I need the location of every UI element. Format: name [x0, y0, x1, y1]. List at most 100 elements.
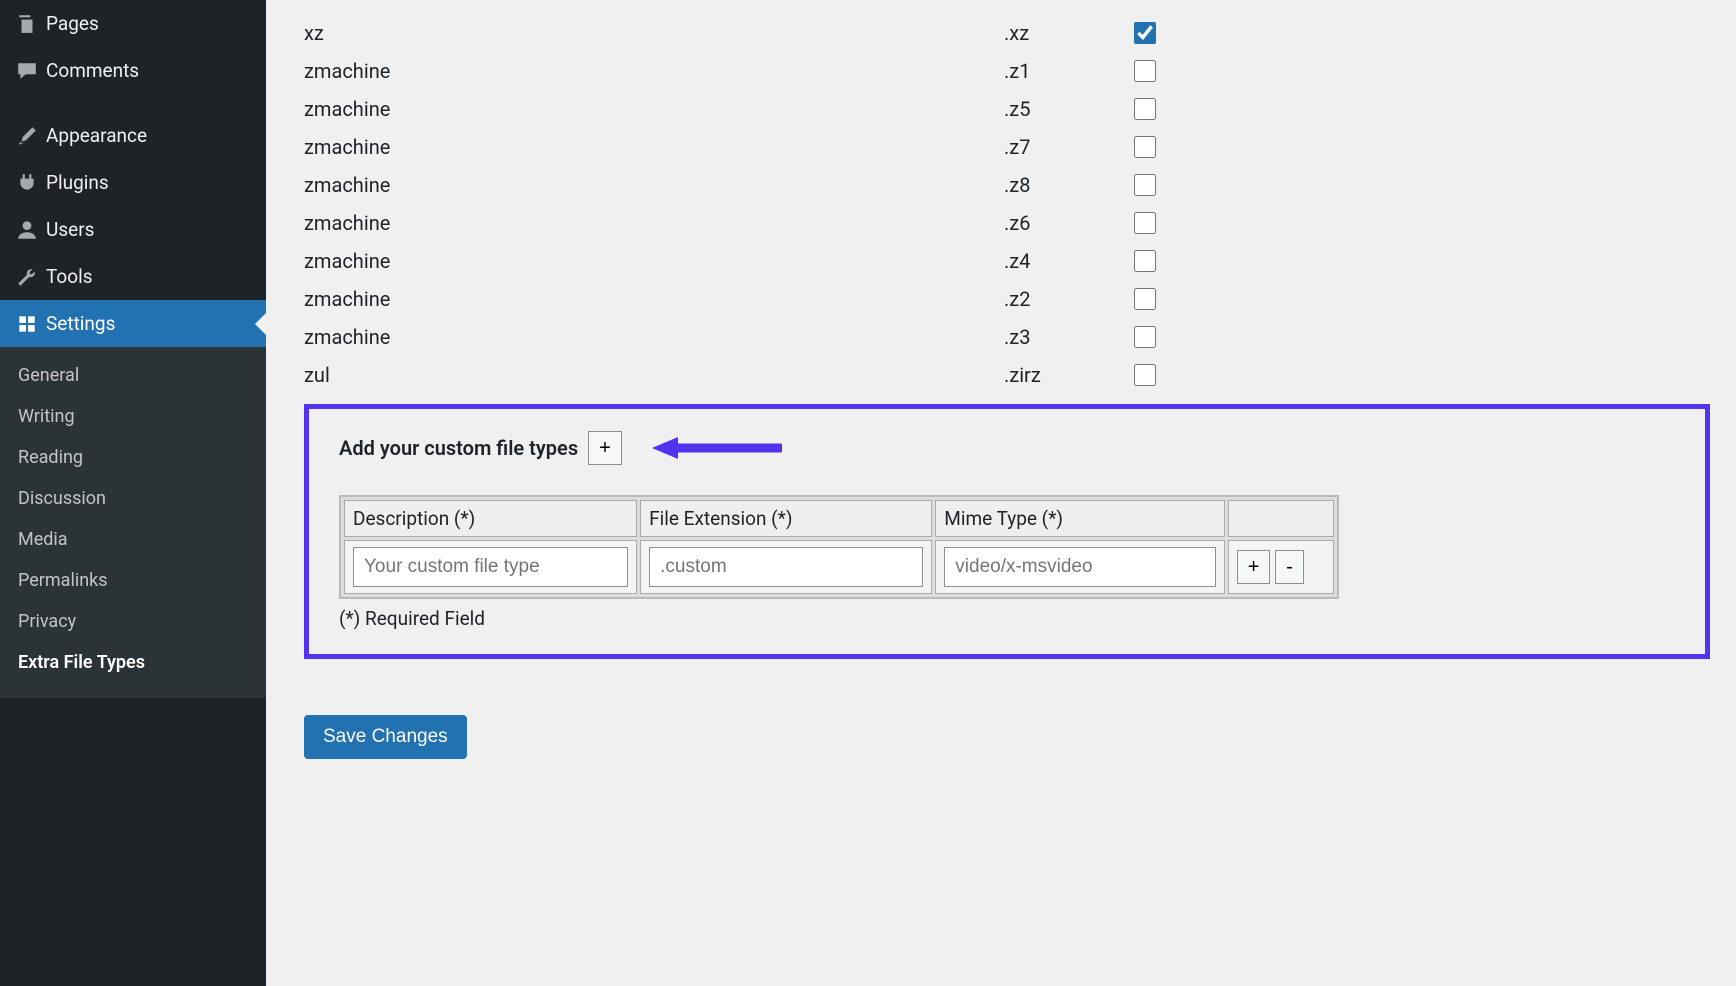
file-type-checkbox[interactable]	[1134, 212, 1156, 234]
file-type-checkbox[interactable]	[1134, 98, 1156, 120]
sidebar-item-appearance[interactable]: Appearance	[0, 112, 266, 159]
submenu-item-discussion[interactable]: Discussion	[0, 478, 266, 519]
submenu-label: General	[18, 365, 79, 386]
file-type-checkbox-cell	[1124, 95, 1164, 123]
file-type-extension: .z2	[1004, 287, 1124, 311]
file-type-checkbox[interactable]	[1134, 288, 1156, 310]
mime-type-input[interactable]	[944, 547, 1215, 587]
table-header-description: Description (*)	[344, 500, 637, 537]
file-type-row: zmachine.z3	[304, 318, 1710, 356]
file-type-name: zmachine	[304, 325, 1004, 349]
submenu-item-extra-file-types[interactable]: Extra File Types	[0, 642, 266, 683]
table-header-mime: Mime Type (*)	[935, 500, 1224, 537]
custom-file-types-section: Add your custom file types + Description…	[304, 404, 1710, 659]
file-type-checkbox-cell	[1124, 361, 1164, 389]
add-custom-type-button[interactable]: +	[588, 431, 622, 465]
submenu-label: Media	[18, 529, 68, 550]
file-type-checkbox[interactable]	[1134, 136, 1156, 158]
file-type-extension: .z3	[1004, 325, 1124, 349]
file-type-extension: .z8	[1004, 173, 1124, 197]
file-type-name: zmachine	[304, 249, 1004, 273]
sidebar-item-label: Appearance	[46, 124, 147, 147]
sidebar-item-tools[interactable]: Tools	[0, 253, 266, 300]
file-type-checkbox-cell	[1124, 247, 1164, 275]
file-type-checkbox[interactable]	[1134, 60, 1156, 82]
submenu-label: Reading	[18, 447, 83, 468]
pages-icon	[16, 13, 46, 35]
file-type-checkbox-cell	[1124, 209, 1164, 237]
submenu-item-general[interactable]: General	[0, 355, 266, 396]
custom-types-table: Description (*) File Extension (*) Mime …	[339, 495, 1339, 599]
save-changes-button[interactable]: Save Changes	[304, 715, 467, 759]
table-header-extension: File Extension (*)	[640, 500, 932, 537]
file-type-name: zmachine	[304, 211, 1004, 235]
settings-icon	[16, 313, 46, 335]
plugins-icon	[16, 172, 46, 194]
file-type-extension: .z7	[1004, 135, 1124, 159]
settings-submenu: General Writing Reading Discussion Media…	[0, 347, 266, 698]
file-type-checkbox[interactable]	[1134, 364, 1156, 386]
sidebar-item-settings[interactable]: Settings	[0, 300, 266, 347]
file-type-checkbox[interactable]	[1134, 250, 1156, 272]
sidebar-item-label: Pages	[46, 12, 99, 35]
file-type-name: zul	[304, 363, 1004, 387]
file-type-checkbox-cell	[1124, 323, 1164, 351]
annotation-arrow-icon	[652, 434, 782, 462]
file-type-row: zmachine.z7	[304, 128, 1710, 166]
sidebar-item-pages[interactable]: Pages	[0, 0, 266, 47]
file-type-extension: .zirz	[1004, 363, 1124, 387]
file-type-name: zmachine	[304, 59, 1004, 83]
file-type-checkbox[interactable]	[1134, 326, 1156, 348]
custom-types-title: Add your custom file types	[339, 436, 578, 460]
sidebar-item-label: Tools	[46, 265, 93, 288]
file-type-checkbox-cell	[1124, 133, 1164, 161]
admin-sidebar: Pages Comments Appearance Plugins	[0, 0, 266, 986]
row-remove-button[interactable]: -	[1275, 550, 1304, 584]
submenu-label: Discussion	[18, 488, 106, 509]
extension-input[interactable]	[649, 547, 923, 587]
row-add-button[interactable]: +	[1237, 550, 1271, 584]
submenu-item-privacy[interactable]: Privacy	[0, 601, 266, 642]
table-header-actions	[1228, 500, 1334, 537]
file-type-row: zmachine.z2	[304, 280, 1710, 318]
file-type-name: zmachine	[304, 135, 1004, 159]
submenu-label: Privacy	[18, 611, 76, 632]
file-type-checkbox-cell	[1124, 285, 1164, 313]
file-type-extension: .z4	[1004, 249, 1124, 273]
sidebar-item-users[interactable]: Users	[0, 206, 266, 253]
sidebar-item-label: Settings	[46, 312, 115, 335]
file-type-extension: .z5	[1004, 97, 1124, 121]
submenu-item-media[interactable]: Media	[0, 519, 266, 560]
submenu-item-permalinks[interactable]: Permalinks	[0, 560, 266, 601]
file-type-list: xz.xzzmachine.z1zmachine.z5zmachine.z7zm…	[304, 14, 1710, 394]
file-type-row: zmachine.z1	[304, 52, 1710, 90]
file-type-name: zmachine	[304, 173, 1004, 197]
file-type-row: zmachine.z6	[304, 204, 1710, 242]
file-type-checkbox[interactable]	[1134, 22, 1156, 44]
description-input[interactable]	[353, 547, 628, 587]
file-type-name: zmachine	[304, 287, 1004, 311]
file-type-checkbox-cell	[1124, 171, 1164, 199]
file-type-name: zmachine	[304, 97, 1004, 121]
file-type-row: zmachine.z5	[304, 90, 1710, 128]
comments-icon	[16, 60, 46, 82]
sidebar-item-comments[interactable]: Comments	[0, 47, 266, 94]
submenu-item-writing[interactable]: Writing	[0, 396, 266, 437]
file-type-row: zul.zirz	[304, 356, 1710, 394]
file-type-checkbox-cell	[1124, 19, 1164, 47]
submenu-label: Extra File Types	[18, 652, 145, 673]
file-type-extension: .xz	[1004, 21, 1124, 45]
sidebar-item-label: Users	[46, 218, 94, 241]
submenu-item-reading[interactable]: Reading	[0, 437, 266, 478]
file-type-name: xz	[304, 21, 1004, 45]
file-type-extension: .z6	[1004, 211, 1124, 235]
table-row: + -	[344, 540, 1334, 594]
file-type-checkbox[interactable]	[1134, 174, 1156, 196]
sidebar-item-plugins[interactable]: Plugins	[0, 159, 266, 206]
required-field-note: (*) Required Field	[339, 607, 1677, 630]
sidebar-item-label: Comments	[46, 59, 139, 82]
file-type-checkbox-cell	[1124, 57, 1164, 85]
users-icon	[16, 219, 46, 241]
file-type-extension: .z1	[1004, 59, 1124, 83]
tools-icon	[16, 266, 46, 288]
